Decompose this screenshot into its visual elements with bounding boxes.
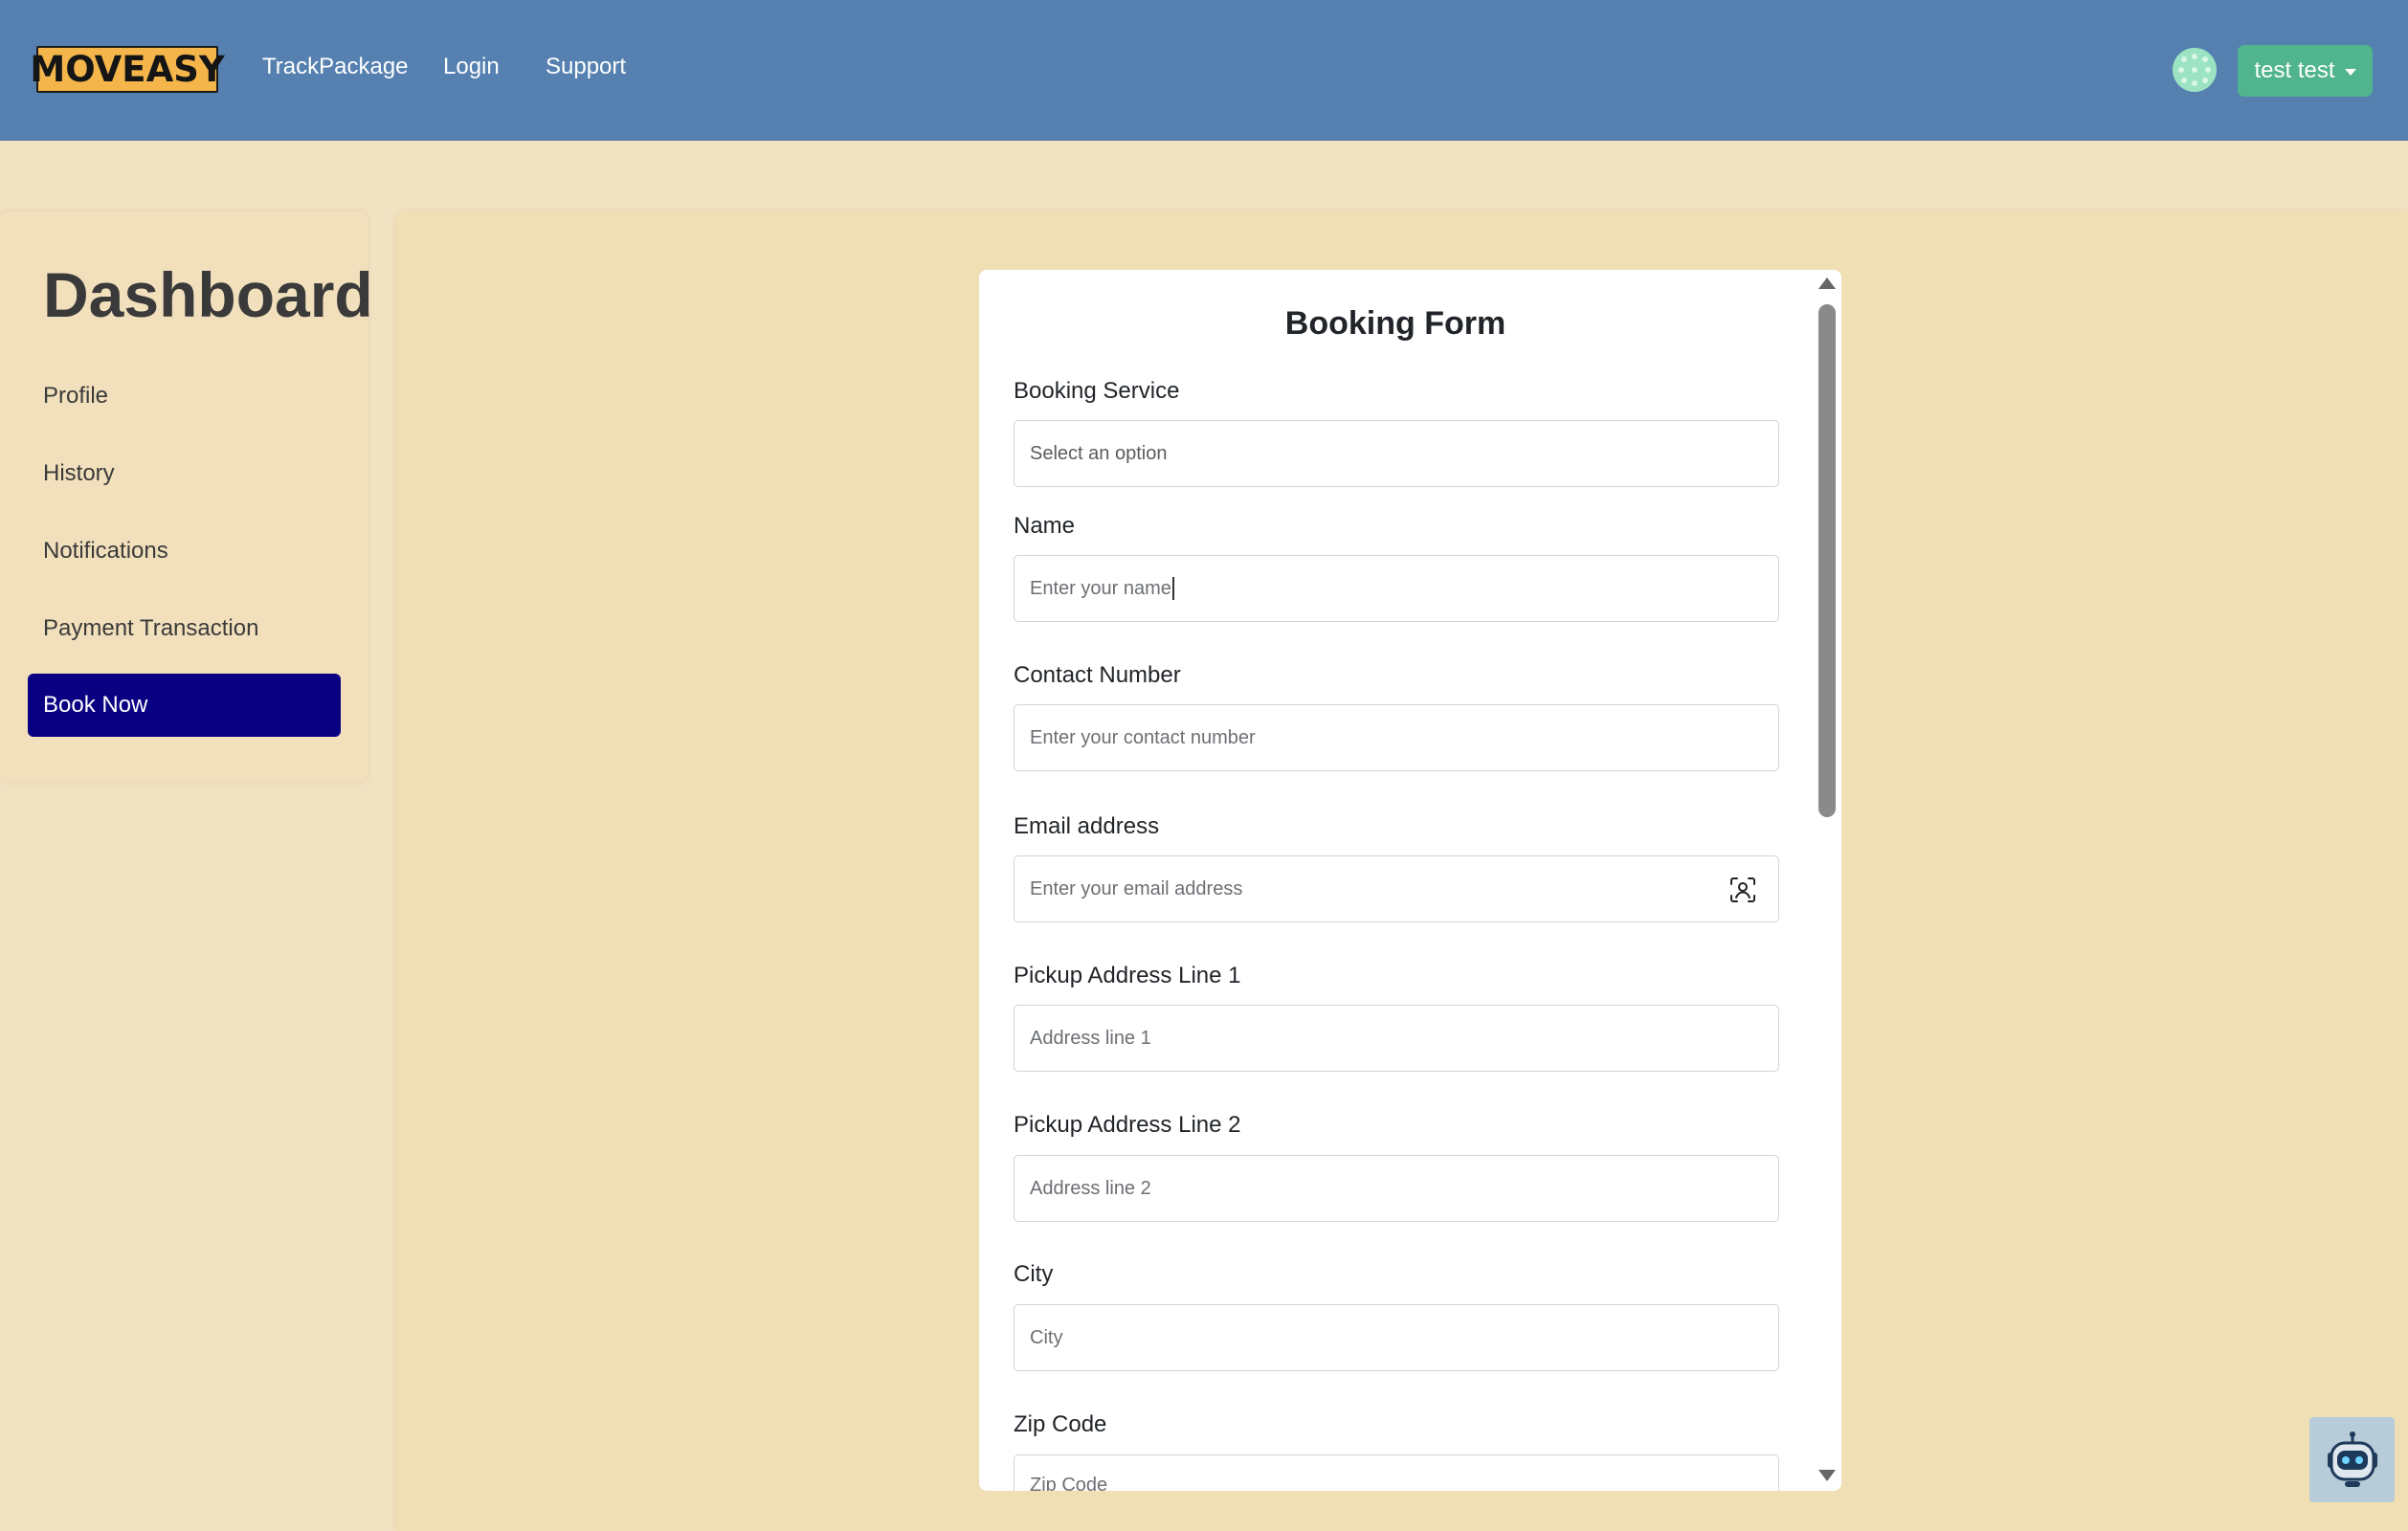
name-input[interactable]: Enter your name bbox=[1014, 555, 1779, 622]
contact-number-placeholder: Enter your contact number bbox=[1030, 726, 1256, 748]
scroll-up-arrow-icon[interactable] bbox=[1818, 277, 1836, 289]
chatbot-button[interactable] bbox=[2309, 1417, 2395, 1502]
pickup-address-2-placeholder: Address line 2 bbox=[1030, 1177, 1151, 1199]
user-avatar[interactable] bbox=[2173, 48, 2217, 92]
zip-code-label: Zip Code bbox=[1014, 1411, 1107, 1437]
email-placeholder: Enter your email address bbox=[1030, 877, 1243, 899]
scroll-down-arrow-icon[interactable] bbox=[1818, 1470, 1836, 1481]
nav-link-login[interactable]: Login bbox=[443, 50, 500, 84]
text-cursor bbox=[1171, 577, 1174, 600]
sidebar-item-book-now[interactable]: Book Now bbox=[28, 674, 341, 737]
user-menu-button[interactable]: test test bbox=[2238, 45, 2373, 97]
nav-link-trackpackage[interactable]: TrackPackage bbox=[262, 50, 409, 84]
city-label: City bbox=[1014, 1261, 1054, 1287]
city-placeholder: City bbox=[1030, 1326, 1063, 1348]
user-menu-label: test test bbox=[2254, 57, 2335, 83]
pickup-address-2-label: Pickup Address Line 2 bbox=[1014, 1112, 1241, 1138]
contact-number-label: Contact Number bbox=[1014, 662, 1181, 688]
top-navbar: MOVEASY TrackPackage Login Support test … bbox=[0, 0, 2408, 141]
caret-down-icon bbox=[2344, 68, 2356, 76]
email-label: Email address bbox=[1014, 813, 1160, 839]
sidebar-item-history[interactable]: History bbox=[43, 456, 115, 491]
sidebar-item-profile[interactable]: Profile bbox=[43, 379, 108, 413]
booking-service-label: Booking Service bbox=[1014, 378, 1180, 404]
brand-logo[interactable]: MOVEASY bbox=[30, 46, 225, 93]
pickup-address-2-input[interactable]: Address line 2 bbox=[1014, 1155, 1779, 1222]
scrollbar-thumb[interactable] bbox=[1818, 304, 1836, 817]
form-title: Booking Form bbox=[1284, 305, 1506, 342]
city-input[interactable]: City bbox=[1014, 1304, 1779, 1371]
pickup-address-1-placeholder: Address line 1 bbox=[1030, 1027, 1151, 1049]
nav-link-support[interactable]: Support bbox=[546, 50, 626, 84]
sidebar: Dashboard Profile History Notifications … bbox=[0, 211, 373, 782]
pickup-address-1-input[interactable]: Address line 1 bbox=[1014, 1005, 1779, 1072]
contact-autofill-icon[interactable] bbox=[1728, 876, 1757, 904]
name-placeholder: Enter your name bbox=[1030, 577, 1171, 599]
avatar-pattern-icon bbox=[2173, 48, 2217, 92]
pickup-address-1-label: Pickup Address Line 1 bbox=[1014, 963, 1241, 988]
logo-text: MOVEASY bbox=[30, 49, 225, 90]
zip-code-input[interactable]: Zip Code bbox=[1014, 1454, 1779, 1491]
email-input[interactable]: Enter your email address bbox=[1014, 855, 1779, 922]
zip-code-placeholder: Zip Code bbox=[1030, 1475, 1108, 1491]
name-label: Name bbox=[1014, 513, 1076, 539]
booking-service-value: Select an option bbox=[1030, 442, 1168, 464]
contact-number-input[interactable]: Enter your contact number bbox=[1014, 704, 1779, 771]
booking-service-select[interactable]: Select an option bbox=[1014, 420, 1779, 487]
sidebar-item-payment-transaction[interactable]: Payment Transaction bbox=[43, 611, 258, 646]
booking-form-card: Booking Form Booking Service Select an o… bbox=[979, 270, 1841, 1491]
sidebar-item-notifications[interactable]: Notifications bbox=[43, 534, 168, 568]
robot-icon bbox=[2327, 1431, 2377, 1487]
sidebar-title: Dashboard bbox=[43, 259, 373, 330]
